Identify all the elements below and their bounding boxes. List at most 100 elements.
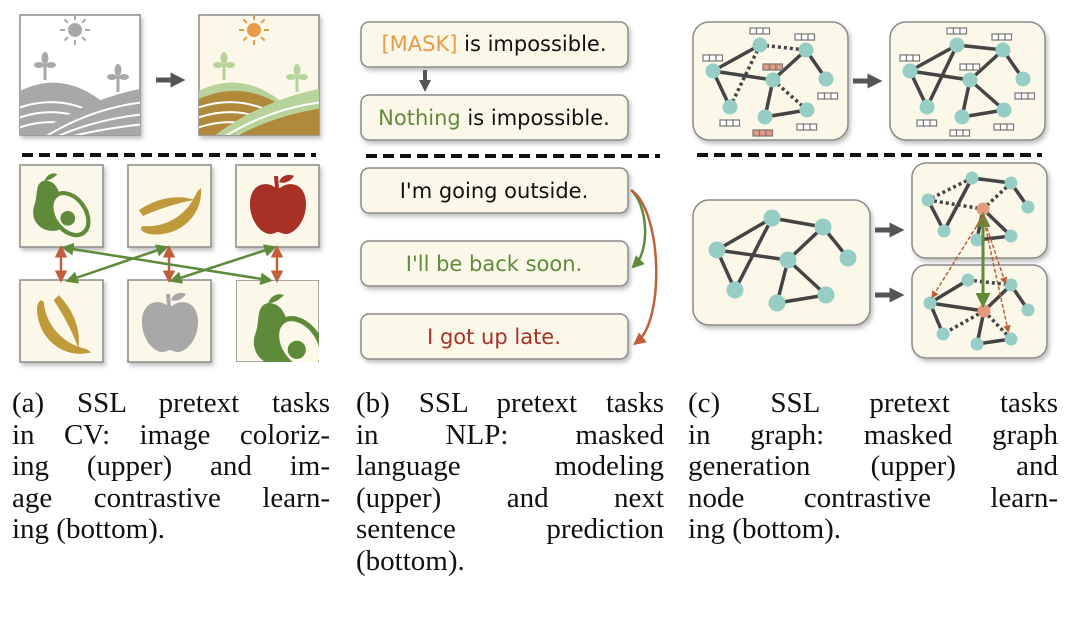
- node-feature-vector: [794, 33, 816, 41]
- negative-sentence-box: I got up late.: [360, 313, 629, 360]
- node-feature-vector: [752, 129, 774, 137]
- figure: [MASK] is impossible. Nothing is impossi…: [0, 0, 1080, 625]
- colorized-landscape-image: [198, 14, 320, 136]
- node-feature-vector: [749, 27, 771, 35]
- graph-node: [1004, 229, 1018, 243]
- graph-node: [763, 209, 781, 227]
- mask-token: [MASK]: [381, 32, 457, 56]
- graph-node: [996, 102, 1012, 118]
- svg-text:Nothing is impossible.: Nothing is impossible.: [378, 106, 610, 130]
- masked-sentence-rest: is impossible.: [457, 32, 606, 56]
- graph-node: [921, 193, 935, 207]
- graph-node: [839, 249, 857, 267]
- graph-node: [768, 294, 786, 312]
- caption-c: (c) SSL pretext tasks in graph: masked gr…: [688, 387, 1058, 546]
- graph-node: [1004, 176, 1018, 190]
- graph-node: [779, 251, 797, 269]
- positive-sentence-box: I'll be back soon.: [360, 240, 629, 287]
- panel-b-nlp: [MASK] is impossible. Nothing is impossi…: [360, 21, 660, 360]
- banana-rotated-image: [19, 279, 104, 363]
- graph-node: [765, 72, 781, 88]
- node-feature-vector: [796, 123, 818, 131]
- gray-apple-image: [127, 279, 212, 363]
- graph-node: [814, 218, 832, 236]
- node-feature-vector: [817, 92, 839, 100]
- avocado-image: [19, 164, 104, 248]
- caption-line: ing (bottom).: [12, 513, 166, 545]
- graph-node: [902, 63, 918, 79]
- node-feature-vector: [1014, 92, 1036, 100]
- svg-text:[MASK] is impossible.: [MASK] is impossible.: [381, 32, 606, 56]
- caption-line: in NLP: masked: [356, 418, 664, 451]
- caption-line: in CV: image coloriz-: [12, 418, 330, 451]
- graph-node: [949, 37, 965, 53]
- node-feature-vector: [702, 54, 724, 62]
- graph-node: [708, 241, 726, 259]
- banana-image: [127, 164, 212, 248]
- graph-node: [1021, 200, 1035, 214]
- node-feature-vector: [719, 119, 741, 127]
- node-feature-vector: [916, 119, 938, 127]
- caption-line: generation (upper) and: [688, 450, 1058, 482]
- node-feature-vector: [959, 63, 981, 71]
- apple-image: [235, 164, 320, 248]
- avocado-cropped-image: [236, 280, 319, 362]
- contrastive-arrows: [54, 243, 284, 285]
- caption-line: (a) SSL pretext tasks: [12, 387, 330, 419]
- graph-node: [726, 281, 744, 299]
- caption-line: sentence prediction: [356, 513, 664, 545]
- graph-node: [1021, 303, 1035, 317]
- graph-node: [919, 99, 935, 115]
- graph-node: [722, 99, 738, 115]
- caption-line: ing (bottom).: [688, 513, 842, 545]
- graph-node: [757, 109, 773, 125]
- graph-node: [970, 337, 984, 351]
- node-feature-vector: [993, 123, 1015, 131]
- positive-sentence: I'll be back soon.: [406, 252, 582, 276]
- caption-line: (b) SSL pretext tasks: [356, 387, 664, 419]
- node-feature-vector: [946, 27, 968, 35]
- anchor-sentence: I'm going outside.: [400, 179, 589, 203]
- grayscale-landscape-image: [19, 14, 141, 136]
- caption-line: ing (upper) and im-: [12, 450, 330, 482]
- filled-sentence-rest: is impossible.: [461, 106, 610, 130]
- caption-a: (a) SSL pretext tasks in CV: image colori…: [12, 387, 330, 546]
- graph-node: [965, 171, 979, 185]
- graph-node: [954, 109, 970, 125]
- graph-node: [936, 327, 950, 341]
- caption-b: (b) SSL pretext tasks in NLP: masked langu…: [356, 387, 664, 577]
- next-sentence-arrow-positive: [630, 189, 647, 269]
- graph-node: [752, 37, 768, 53]
- caption-line: (upper) and next: [356, 481, 664, 514]
- graph-node: [923, 296, 937, 310]
- graph-node: [995, 42, 1011, 58]
- graph-node: [799, 102, 815, 118]
- graph-node: [1004, 278, 1018, 292]
- panel-c-graph: [692, 21, 1048, 359]
- graph-node: [798, 42, 814, 58]
- filled-sentence-box: Nothing is impossible.: [360, 94, 629, 141]
- graph-node: [1004, 332, 1018, 346]
- caption-line: in graph: masked graph: [688, 418, 1058, 451]
- graph-node: [818, 71, 834, 87]
- caption-line: (c) SSL pretext tasks: [688, 387, 1058, 419]
- caption-line: age contrastive learn-: [12, 481, 330, 514]
- graph-node: [962, 72, 978, 88]
- caption-line: language modeling: [356, 450, 664, 482]
- graph-node: [705, 63, 721, 79]
- graph-node: [1015, 71, 1031, 87]
- graph-node: [976, 202, 990, 216]
- graph-node: [817, 286, 835, 304]
- node-feature-vector: [949, 129, 971, 137]
- filled-word: Nothing: [378, 106, 461, 130]
- node-feature-vector: [899, 54, 921, 62]
- caption-line: (bottom).: [356, 544, 465, 577]
- graph-node: [977, 304, 991, 318]
- anchor-sentence-box: I'm going outside.: [360, 167, 629, 214]
- negative-sentence: I got up late.: [427, 325, 561, 349]
- caption-line: node contrastive learn-: [688, 481, 1058, 514]
- masked-sentence-box: [MASK] is impossible.: [360, 21, 629, 68]
- graph-node: [961, 273, 975, 287]
- panel-a-cv: [19, 14, 320, 363]
- graph-node: [937, 224, 951, 238]
